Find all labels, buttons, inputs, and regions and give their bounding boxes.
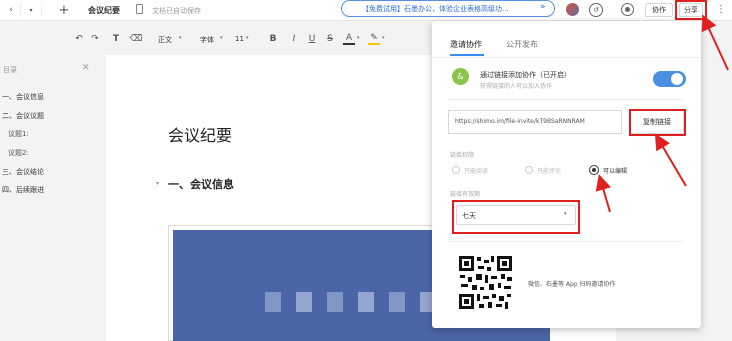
arrow-to-share (701, 14, 729, 71)
annotation-arrows (595, 14, 729, 213)
arrow-to-copy (654, 133, 687, 187)
arrow-to-edit (595, 174, 612, 213)
